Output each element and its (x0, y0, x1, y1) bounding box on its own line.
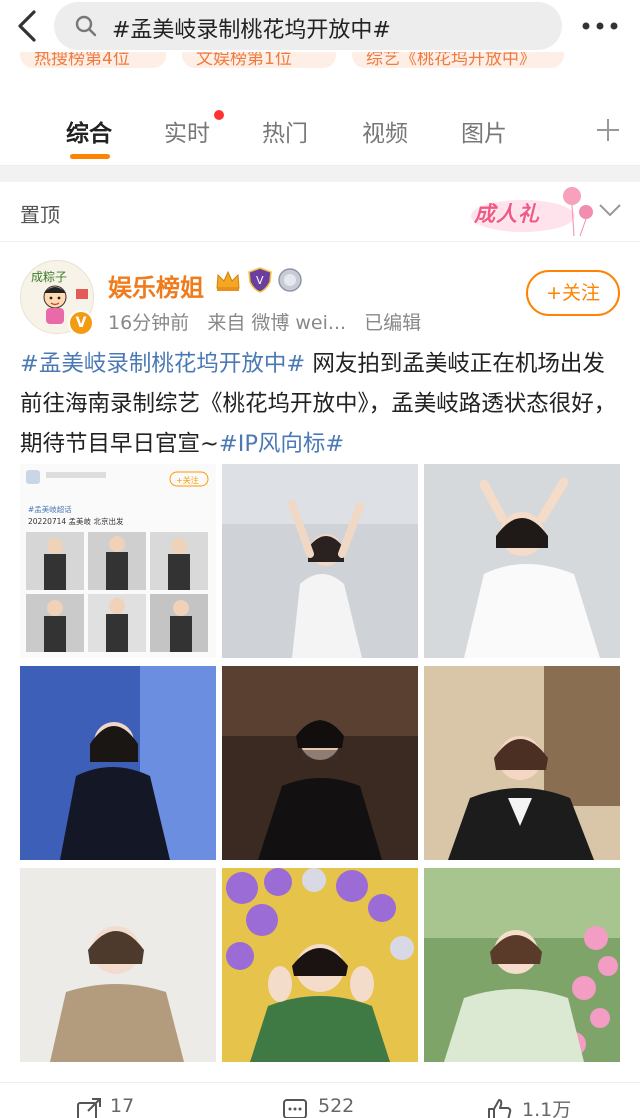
comment-icon[interactable] (282, 1097, 308, 1118)
verified-badge: V (68, 310, 94, 336)
photo-6-image (424, 666, 620, 860)
more-options-icon[interactable] (580, 20, 620, 32)
post-card: 成粽子 V 娱乐榜姐 V 16分钟前 来自 微博 wei... 已编辑 +关注 … (0, 242, 640, 1118)
photo-7-image (20, 868, 216, 1062)
chevron-down-icon[interactable] (598, 202, 622, 218)
tab-images[interactable]: 图片 (461, 114, 507, 148)
chip-ent-rank[interactable]: 文娱榜第1位 (182, 52, 336, 68)
tab-video[interactable]: 视频 (362, 114, 408, 148)
hot-chips-row: 热搜榜第4位 文娱榜第1位 综艺《桃花坞开放中》 (0, 52, 640, 74)
photo-5[interactable] (222, 666, 418, 860)
action-bar: 17 522 1.1万 (0, 1082, 640, 1118)
post-edited: 已编辑 (364, 312, 422, 334)
crown-icon (216, 270, 240, 291)
medal-icon (278, 268, 302, 292)
hashtag-ip[interactable]: #IP风向标# (219, 431, 344, 457)
tab-realtime[interactable]: 实时 (164, 114, 210, 148)
photo-9-image (424, 868, 620, 1062)
photo-4-image (20, 666, 216, 860)
chip-hot-rank[interactable]: 热搜榜第4位 (20, 52, 166, 68)
repost-icon[interactable] (76, 1097, 102, 1118)
top-bar: #孟美岐录制桃花坞开放中# 热搜榜第4位 文娱榜第1位 综艺《桃花坞开放中》 (0, 0, 640, 96)
like-count[interactable]: 1.1万 (522, 1095, 571, 1118)
comment-count[interactable]: 522 (318, 1095, 354, 1117)
post-source: 来自 微博 wei... (207, 312, 347, 334)
search-query: #孟美岐录制桃花坞开放中# (112, 18, 391, 43)
svg-text:V: V (256, 274, 264, 287)
back-arrow-icon[interactable] (10, 6, 50, 46)
photo-1-follow: +关注 (176, 475, 199, 485)
photo-1-image: +关注 #孟美岐超话 20220714 孟美岐 北京出发 (20, 464, 216, 658)
add-tab-icon[interactable] (596, 118, 620, 142)
photo-1[interactable]: +关注 #孟美岐超话 20220714 孟美岐 北京出发 (20, 464, 216, 658)
repost-count[interactable]: 17 (110, 1095, 134, 1117)
search-icon (75, 15, 97, 37)
post-time: 16分钟前 (108, 312, 190, 334)
hashtag-topic[interactable]: #孟美岐录制桃花坞开放中# (20, 351, 305, 377)
post-body: #孟美岐录制桃花坞开放中# 网友拍到孟美岐正在机场出发前往海南录制综艺《桃花坞开… (20, 344, 624, 464)
tab-bar: 综合 实时 热门 视频 图片 (0, 96, 640, 166)
photo-6[interactable] (424, 666, 620, 860)
shield-icon: V (248, 267, 272, 293)
photo-4[interactable] (20, 666, 216, 860)
like-icon[interactable] (486, 1097, 512, 1118)
author-name[interactable]: 娱乐榜姐 (108, 268, 204, 303)
photo-1-caption-2: 20220714 孟美岐 北京出发 (28, 516, 124, 526)
photo-1-caption-1: #孟美岐超话 (28, 504, 72, 514)
photo-3-image (424, 464, 620, 658)
new-content-dot (214, 110, 224, 120)
pinned-label: 置顶 (20, 203, 60, 227)
photo-8-image (222, 868, 418, 1062)
image-grid: +关注 #孟美岐超话 20220714 孟美岐 北京出发 (20, 464, 620, 1062)
pinned-row[interactable]: 置顶 成人礼 (0, 182, 640, 242)
active-tab-indicator (70, 154, 110, 159)
photo-2-image (222, 464, 418, 658)
post-meta: 16分钟前 来自 微博 wei... 已编辑 (108, 308, 421, 335)
search-input[interactable]: #孟美岐录制桃花坞开放中# (54, 2, 562, 50)
photo-9[interactable] (424, 868, 620, 1062)
photo-8[interactable] (222, 868, 418, 1062)
chip-variety[interactable]: 综艺《桃花坞开放中》 (352, 52, 564, 68)
tab-hot[interactable]: 热门 (262, 114, 308, 148)
tab-comprehensive[interactable]: 综合 (66, 114, 112, 148)
photo-7[interactable] (20, 868, 216, 1062)
photo-2[interactable] (222, 464, 418, 658)
svg-text:成粽子: 成粽子 (31, 269, 67, 284)
badge-label: 成人礼 (474, 202, 540, 226)
photo-3[interactable] (424, 464, 620, 658)
follow-button[interactable]: +关注 (526, 270, 620, 316)
photo-5-image (222, 666, 418, 860)
